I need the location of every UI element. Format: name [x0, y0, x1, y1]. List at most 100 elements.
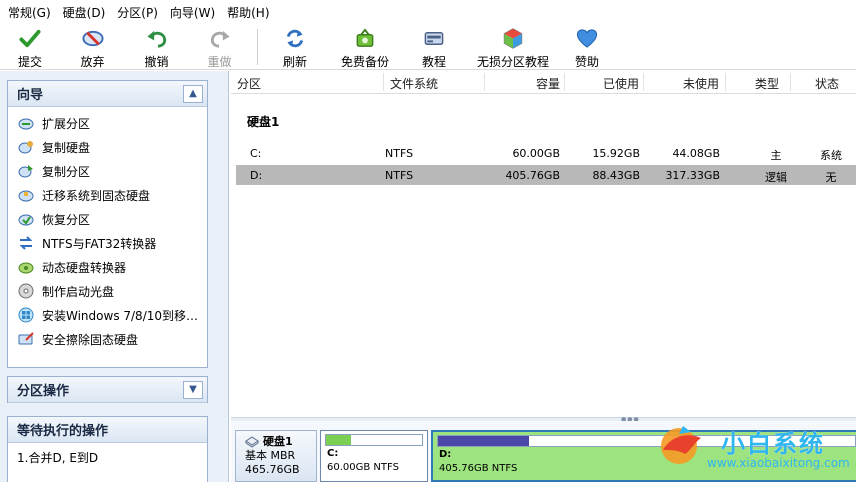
erase-ssd-icon: [18, 332, 34, 345]
partition-ops-panel: 分区操作 ▼: [7, 376, 208, 403]
wizard-item-copy-disk[interactable]: 复制硬盘: [8, 135, 207, 159]
toolbar: 提交 放弃 撤销 重做 刷新 免费备份 教程 无损分区教程 赞助: [0, 24, 856, 70]
commit-button[interactable]: 提交: [0, 24, 60, 70]
wizard-item-migrate-os-to-ssd[interactable]: 迁移系统到固态硬盘: [8, 183, 207, 207]
disc-icon: [18, 283, 34, 299]
usage-bar-d: [437, 435, 856, 447]
menu-wizard[interactable]: 向导(W): [166, 4, 223, 21]
partition-block-c[interactable]: C: 60.00GB NTFS: [320, 430, 428, 482]
disk-info-box[interactable]: 硬盘1 基本 MBR 465.76GB: [235, 430, 317, 482]
cell-capacity: 405.76GB: [505, 169, 560, 182]
cell-free: 44.08GB: [672, 147, 720, 160]
cell-partition: C:: [250, 147, 262, 160]
disk-size: 465.76GB: [245, 463, 300, 476]
menu-partition[interactable]: 分区(P): [113, 4, 166, 21]
partition-table: 分区 文件系统 容量 已使用 未使用 类型 状态 硬盘1 C: NTFS 60.…: [231, 71, 856, 417]
menu-disk[interactable]: 硬盘(D): [59, 4, 114, 21]
free-backup-button[interactable]: 免费备份: [324, 24, 406, 70]
redo-button[interactable]: 重做: [188, 24, 251, 70]
wizard-item-copy-partition[interactable]: 复制分区: [8, 159, 207, 183]
partition-desc-d: 405.76GB NTFS: [439, 463, 518, 474]
cell-used: 88.43GB: [592, 169, 640, 182]
col-partition[interactable]: 分区: [237, 75, 261, 92]
partition-tutorial-icon: [503, 28, 523, 49]
pending-ops-header: 等待执行的操作: [8, 417, 207, 443]
refresh-button[interactable]: 刷新: [266, 24, 324, 70]
cell-status: 系统: [820, 149, 842, 162]
pending-ops-panel: 等待执行的操作 1.合并D, E到D: [7, 416, 208, 482]
wizard-item-extend-partition[interactable]: 扩展分区: [8, 111, 207, 135]
partition-ops-title: 分区操作: [17, 384, 70, 399]
column-divider: [725, 73, 726, 91]
table-row-selected[interactable]: D: NTFS 405.76GB 88.43GB 317.33GB 逻辑 无: [236, 165, 856, 185]
expand-icon[interactable]: ▼: [183, 380, 203, 399]
sponsor-button[interactable]: 赞助: [564, 24, 610, 70]
table-row[interactable]: C: NTFS 60.00GB 15.92GB 44.08GB 主 系统: [236, 143, 856, 163]
wizard-panel-header: 向导 ▲: [8, 81, 207, 107]
heart-icon: [576, 29, 598, 48]
windows-icon: [18, 307, 34, 323]
partition-ops-header[interactable]: 分区操作 ▼: [8, 377, 207, 403]
copy-disk-icon: [18, 141, 33, 154]
disk-icon: [245, 436, 259, 448]
wizard-item-recover-partition[interactable]: 恢复分区: [8, 207, 207, 231]
cell-used: 15.92GB: [592, 147, 640, 160]
copy-partition-icon: [18, 165, 33, 178]
wizard-item-dynamic-disk-converter[interactable]: 动态硬盘转换器: [8, 255, 207, 279]
column-divider: [643, 73, 644, 91]
usage-bar-c: [325, 434, 423, 446]
menu-help[interactable]: 帮助(H): [223, 4, 277, 21]
pending-ops-title: 等待执行的操作: [17, 424, 109, 439]
menu-general[interactable]: 常规(G): [4, 4, 59, 21]
discard-button[interactable]: 放弃: [60, 24, 125, 70]
usage-bar-fill-d: [438, 436, 529, 446]
col-filesystem[interactable]: 文件系统: [390, 75, 438, 92]
extend-partition-icon: [18, 118, 34, 130]
converter-icon: [19, 236, 33, 250]
migrate-os-icon: [18, 190, 34, 202]
col-capacity[interactable]: 容量: [536, 75, 560, 92]
left-panel: 向导 ▲ 扩展分区 复制硬盘 复制分区 迁移系统到固态硬盘 恢复分区 NTFS与…: [0, 71, 229, 482]
col-used[interactable]: 已使用: [603, 75, 639, 92]
undo-icon: [146, 30, 166, 48]
column-divider: [790, 73, 791, 91]
wizard-item-secure-erase-ssd[interactable]: 安全擦除固态硬盘: [8, 327, 207, 351]
disk-map: 硬盘1 基本 MBR 465.76GB C: 60.00GB NTFS D: 4…: [231, 421, 856, 482]
cell-status: 无: [825, 171, 837, 184]
redo-icon: [210, 30, 230, 48]
disk-style: 基本 MBR: [245, 449, 296, 462]
toolbar-separator: [257, 29, 258, 65]
col-free[interactable]: 未使用: [683, 75, 719, 92]
partition-label-c: C:: [327, 448, 339, 459]
column-divider: [564, 73, 565, 91]
cell-free: 317.33GB: [665, 169, 720, 182]
wizard-panel-title: 向导: [17, 88, 44, 103]
col-type[interactable]: 类型: [755, 75, 779, 92]
discard-icon: [81, 30, 104, 47]
undo-button[interactable]: 撤销: [125, 24, 188, 70]
menu-bar: 常规(G) 硬盘(D) 分区(P) 向导(W) 帮助(H): [0, 0, 856, 24]
cell-filesystem: NTFS: [385, 169, 414, 182]
wizard-item-make-bootable-disc[interactable]: 制作启动光盘: [8, 279, 207, 303]
partition-desc-c: 60.00GB NTFS: [327, 462, 399, 473]
pending-op-item[interactable]: 1.合并D, E到D: [8, 443, 207, 472]
lossless-partition-tutorial-button[interactable]: 无损分区教程: [462, 24, 564, 70]
cell-partition: D:: [250, 169, 263, 182]
tutorial-button[interactable]: 教程: [406, 24, 462, 70]
column-divider: [383, 73, 384, 91]
cell-filesystem: NTFS: [385, 147, 414, 160]
backup-icon: [356, 28, 374, 47]
col-status[interactable]: 状态: [815, 75, 839, 92]
wizard-panel: 向导 ▲ 扩展分区 复制硬盘 复制分区 迁移系统到固态硬盘 恢复分区 NTFS与…: [7, 80, 208, 368]
recover-partition-icon: [18, 214, 34, 226]
column-divider: [484, 73, 485, 91]
usage-bar-fill-c: [326, 435, 352, 445]
collapse-icon[interactable]: ▲: [183, 84, 203, 103]
wizard-item-install-windows-to-usb[interactable]: 安装Windows 7/8/10到移…: [8, 303, 207, 327]
cell-type: 逻辑: [765, 171, 787, 184]
disk-group-label: 硬盘1: [247, 115, 280, 129]
check-icon: [19, 29, 41, 48]
refresh-icon: [286, 29, 304, 48]
partition-block-d[interactable]: D: 405.76GB NTFS: [431, 430, 856, 482]
wizard-item-ntfs-fat32-converter[interactable]: NTFS与FAT32转换器: [8, 231, 207, 255]
